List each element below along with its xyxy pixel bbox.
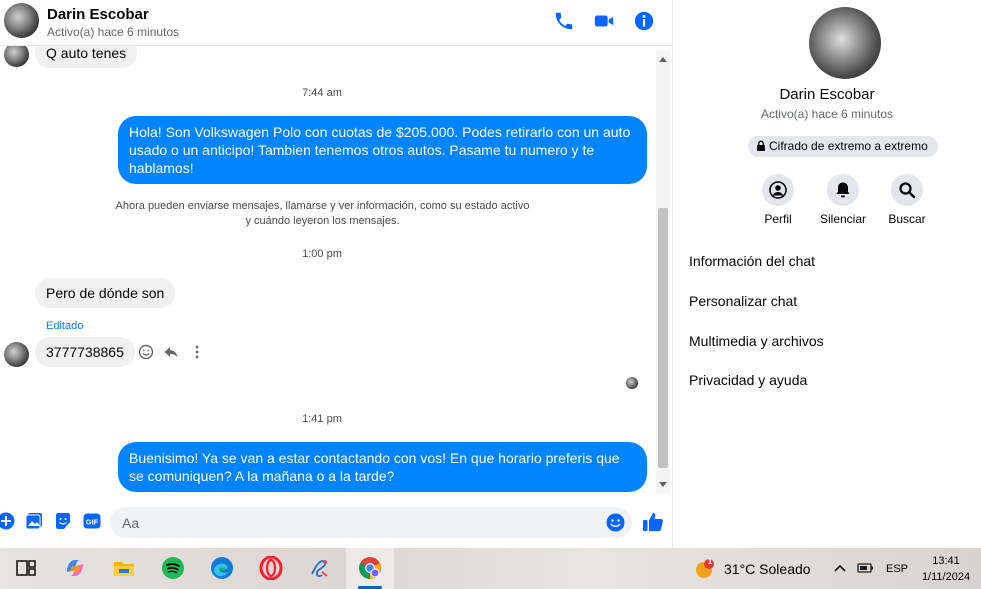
more-options-icon[interactable] <box>190 344 204 360</box>
paint-icon[interactable] <box>308 556 332 580</box>
profile-action-label: Perfil <box>764 212 792 226</box>
encryption-badge: Cifrado de extremo a extremo <box>748 136 938 157</box>
clock-time: 13:41 <box>932 555 960 567</box>
react-emoji-icon[interactable] <box>138 344 154 360</box>
search-action-label: Buscar <box>888 212 926 226</box>
scroll-thumb[interactable] <box>658 208 668 468</box>
contact-avatar-small[interactable] <box>4 342 29 367</box>
system-clock[interactable]: 13:41 1/11/2024 <box>916 553 976 585</box>
system-notice-line: y cuándo leyeron los mensajes. <box>245 215 400 227</box>
mute-action-button[interactable]: Silenciar <box>813 174 873 226</box>
reply-icon[interactable] <box>163 344 179 360</box>
system-notice-line: Ahora pueden enviarse mensajes, llamarse… <box>115 200 530 212</box>
info-contact-name: Darin Escobar <box>779 86 875 103</box>
opera-icon[interactable] <box>259 556 283 580</box>
edited-label: Editado <box>46 320 84 332</box>
edge-icon[interactable] <box>210 556 234 580</box>
profile-icon <box>769 181 787 199</box>
scroll-down-arrow[interactable] <box>659 482 667 487</box>
clock-date: 1/11/2024 <box>921 571 971 583</box>
copilot-icon[interactable] <box>63 556 87 580</box>
message-input-box[interactable] <box>110 507 632 538</box>
message-input[interactable] <box>122 507 602 538</box>
message-composer: GIF <box>0 500 672 546</box>
sticker-icon[interactable] <box>54 512 72 530</box>
like-icon[interactable] <box>642 511 664 533</box>
contact-avatar-small[interactable] <box>4 46 29 67</box>
spotify-icon[interactable] <box>161 556 185 580</box>
seen-avatar-icon <box>626 377 638 389</box>
gif-icon[interactable]: GIF <box>83 512 101 530</box>
language-indicator[interactable]: ESP <box>886 563 908 575</box>
chat-pane: Darin Escobar Activo(a) hace 6 minutos Q… <box>0 0 672 548</box>
message-outgoing[interactable]: Hola! Son Volkswagen Polo con cuotas de … <box>118 116 647 184</box>
contact-avatar[interactable] <box>4 3 39 38</box>
phone-call-icon[interactable] <box>553 10 575 32</box>
conversation-info-panel: Darin Escobar Activo(a) hace 6 minutos C… <box>672 0 981 548</box>
mute-action-label: Silenciar <box>819 212 867 226</box>
weather-text[interactable]: 31°C Soleado <box>724 561 811 577</box>
message-scrollbar[interactable] <box>656 50 670 494</box>
system-notice: Ahora pueden enviarse mensajes, llamarse… <box>110 199 535 229</box>
menu-media-files[interactable]: Multimedia y archivos <box>689 333 824 349</box>
menu-privacy-help[interactable]: Privacidad y ayuda <box>689 372 807 388</box>
video-call-icon[interactable] <box>593 10 615 32</box>
menu-chat-info[interactable]: Información del chat <box>689 253 815 269</box>
scroll-up-arrow[interactable] <box>659 57 667 62</box>
message-incoming[interactable]: 3777738865 <box>35 337 135 367</box>
add-attachment-icon[interactable] <box>0 512 15 530</box>
task-view-icon[interactable] <box>14 556 38 580</box>
bell-icon <box>836 182 850 198</box>
contact-profile-picture[interactable] <box>809 7 881 79</box>
message-list[interactable]: Q auto tenes 7:44 am Hola! Son Volkswage… <box>0 46 656 494</box>
menu-customize-chat[interactable]: Personalizar chat <box>689 293 797 309</box>
message-incoming[interactable]: Pero de dónde son <box>35 278 176 308</box>
timestamp: 7:44 am <box>302 87 342 99</box>
weather-badge: 1 <box>707 557 713 566</box>
chevron-up-icon[interactable] <box>834 563 846 573</box>
message-outgoing[interactable]: Buenisimo! Ya se van a estar contactando… <box>118 442 647 492</box>
contact-name[interactable]: Darin Escobar <box>47 6 149 23</box>
chat-header: Darin Escobar Activo(a) hace 6 minutos <box>0 0 672 46</box>
svg-text:GIF: GIF <box>86 518 99 527</box>
chrome-icon[interactable] <box>358 556 382 580</box>
windows-taskbar: 1 31°C Soleado ESP 13:41 1/11/2024 <box>0 548 981 589</box>
emoji-icon[interactable] <box>606 513 625 532</box>
message-incoming[interactable]: Q auto tenes <box>35 46 138 68</box>
info-icon[interactable] <box>633 10 655 32</box>
battery-network-icon[interactable] <box>857 561 875 575</box>
search-action-button[interactable]: Buscar <box>877 174 937 226</box>
timestamp: 1:00 pm <box>302 248 342 260</box>
info-contact-status: Activo(a) hace 6 minutos <box>760 107 894 121</box>
contact-status: Activo(a) hace 6 minutos <box>47 25 180 39</box>
encryption-badge-label: Cifrado de extremo a extremo <box>769 139 928 153</box>
search-icon <box>899 182 916 199</box>
photo-icon[interactable] <box>25 512 43 530</box>
timestamp: 1:41 pm <box>302 413 342 425</box>
lock-icon <box>757 140 765 151</box>
file-explorer-icon[interactable] <box>112 556 136 580</box>
profile-action-button[interactable]: Perfil <box>748 174 808 226</box>
